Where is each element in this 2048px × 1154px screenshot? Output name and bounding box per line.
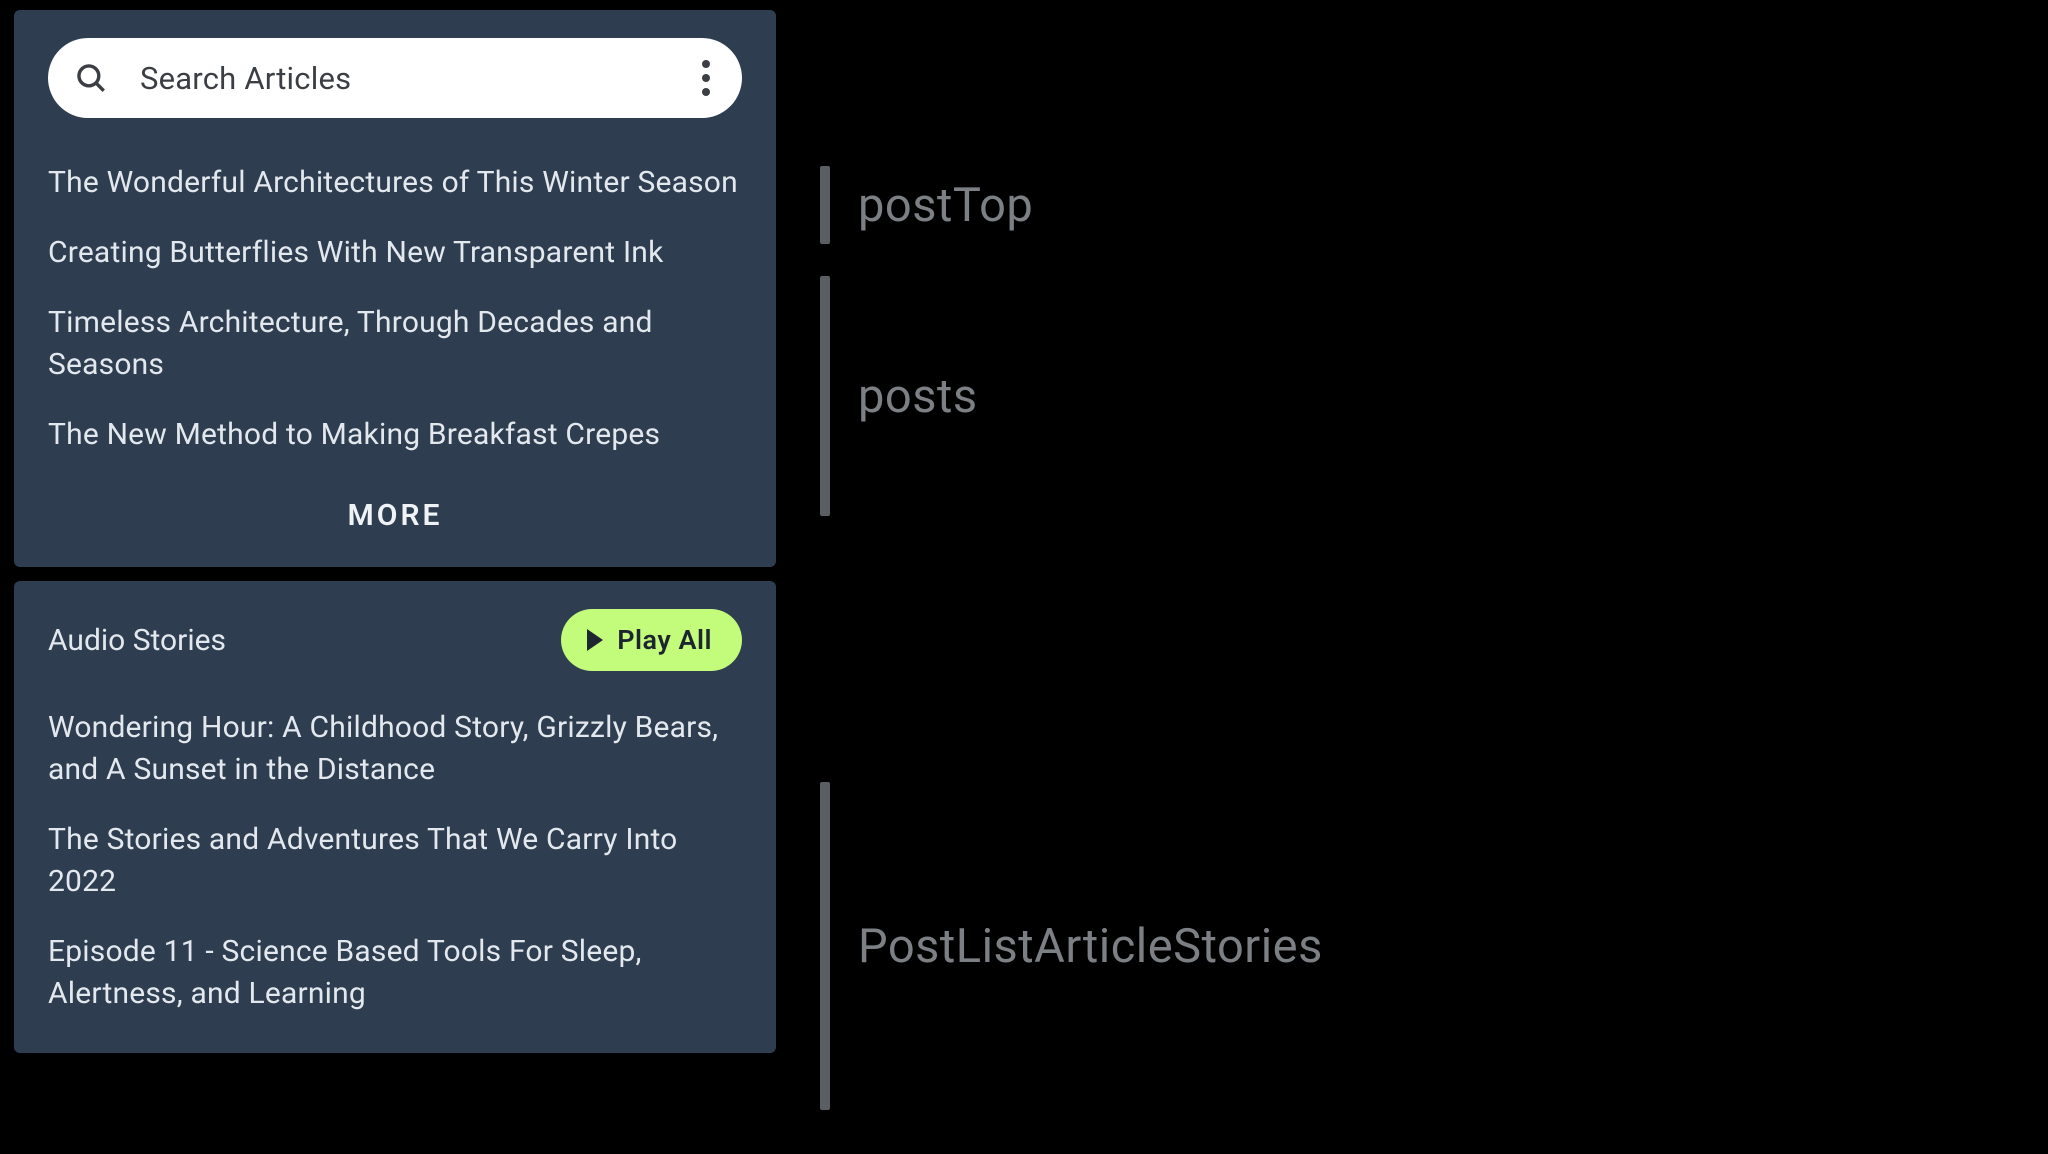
post-item[interactable]: The Wonderful Architectures of This Wint…: [48, 148, 742, 218]
annotation-bar: [820, 276, 830, 516]
annotation-bar: [820, 166, 830, 244]
play-icon: [587, 629, 603, 651]
posts-card: Search Articles The Wonderful Architectu…: [14, 10, 776, 567]
audio-item[interactable]: The Stories and Adventures That We Carry…: [48, 805, 742, 917]
more-button[interactable]: MORE: [48, 470, 742, 543]
annotation-post-top: postTop: [820, 166, 1033, 244]
post-item[interactable]: Creating Butterflies With New Transparen…: [48, 218, 742, 288]
audio-stories-card: Audio Stories Play All Wondering Hour: A…: [14, 581, 776, 1053]
search-icon: [74, 61, 108, 95]
play-all-button[interactable]: Play All: [561, 609, 742, 671]
audio-header: Audio Stories Play All: [48, 609, 742, 671]
play-all-label: Play All: [617, 624, 712, 656]
annotation-post-list-article-stories: PostListArticleStories: [820, 782, 1323, 1110]
annotation-label: PostListArticleStories: [858, 919, 1323, 974]
annotation-bar: [820, 782, 830, 1110]
search-placeholder: Search Articles: [140, 60, 702, 97]
annotation-posts: posts: [820, 276, 978, 516]
audio-item[interactable]: Episode 11 - Science Based Tools For Sle…: [48, 917, 742, 1029]
annotation-column: postTop posts PostListArticleStories: [790, 0, 2048, 1154]
search-bar[interactable]: Search Articles: [48, 38, 742, 118]
audio-section-title: Audio Stories: [48, 623, 226, 658]
annotation-label: postTop: [858, 178, 1033, 233]
phone-preview-column: Search Articles The Wonderful Architectu…: [0, 0, 790, 1053]
annotation-label: posts: [858, 369, 978, 424]
audio-item[interactable]: Wondering Hour: A Childhood Story, Grizz…: [48, 693, 742, 805]
post-item[interactable]: Timeless Architecture, Through Decades a…: [48, 288, 742, 400]
more-vert-icon[interactable]: [702, 60, 710, 96]
post-item[interactable]: The New Method to Making Breakfast Crepe…: [48, 400, 742, 470]
